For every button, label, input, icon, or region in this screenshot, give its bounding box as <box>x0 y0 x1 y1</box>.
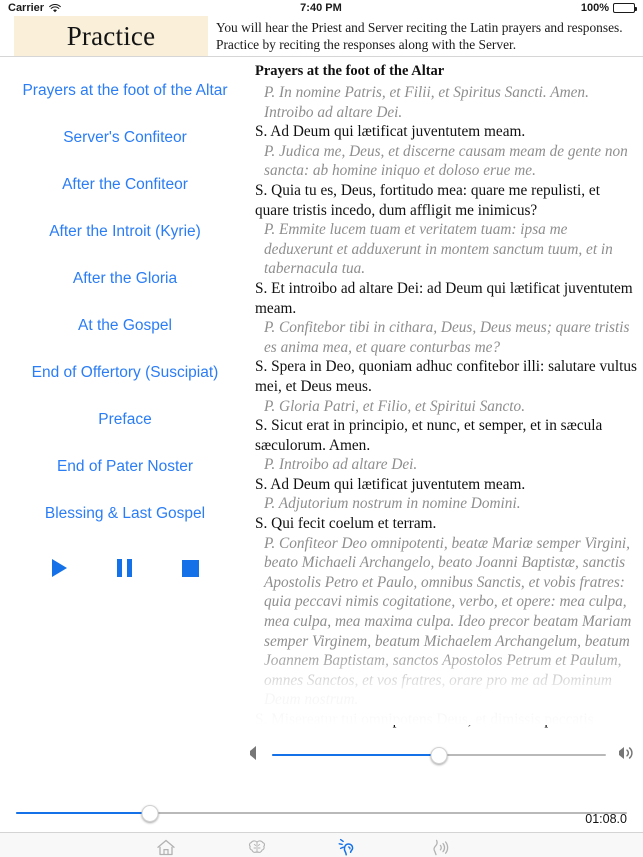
play-icon <box>51 559 67 577</box>
section-nav-sidebar: Prayers at the foot of the Altar Server'… <box>0 57 250 792</box>
tab-memorize[interactable]: MEMORIZE <box>211 833 302 857</box>
main-body: Prayers at the foot of the Altar Server'… <box>0 57 643 792</box>
stop-icon <box>181 559 199 577</box>
tab-test[interactable]: TEST <box>393 833 484 857</box>
prayer-line: S. Spera in Deo, quoniam adhuc confitebo… <box>255 358 637 395</box>
tab-practice[interactable]: PRACTICE <box>302 833 393 857</box>
sidebar-item-servers-confiteor[interactable]: Server's Confiteor <box>0 114 250 161</box>
prayer-line: P. Adjutorium nostrum in nomine Domini. <box>264 495 521 513</box>
sidebar-item-at-the-gospel[interactable]: At the Gospel <box>0 302 250 349</box>
page-title-box: Practice <box>14 16 208 56</box>
battery-full-icon <box>613 3 637 13</box>
prayer-line: S. Sicut erat in principio, et nunc, et … <box>255 417 603 454</box>
play-button[interactable] <box>51 559 67 577</box>
prayer-line: S. Ad Deum qui lætificat juventutem meam… <box>255 475 526 493</box>
page-description: You will hear the Priest and Server reci… <box>216 20 623 52</box>
prayer-line: S. Misereatur tui omnipotens Deus, et di… <box>255 711 594 728</box>
speak-icon <box>428 838 450 857</box>
sidebar-item-preface[interactable]: Preface <box>0 396 250 443</box>
brain-icon <box>247 838 267 857</box>
sidebar-item-after-the-gloria[interactable]: After the Gloria <box>0 255 250 302</box>
prayer-line: P. Confiteor Deo omnipotenti, beatæ Mari… <box>264 534 632 709</box>
prayer-line: P. Emmite lucem tuam et veritatem tuam: … <box>264 221 613 278</box>
playback-progress-thumb[interactable] <box>141 804 159 822</box>
prayer-line: P. Gloria Patri, et Filio, et Spiritui S… <box>264 397 526 415</box>
playback-progress-row: 01:08.0 <box>0 792 643 832</box>
prayer-line: P. Introibo ad altare Dei. <box>264 456 418 474</box>
prayer-line: P. Confitebor tibi in cithara, Deus, Deu… <box>264 319 630 356</box>
prayer-line: S. Ad Deum qui lætificat juventutem meam… <box>255 123 526 141</box>
speaker-low-icon[interactable] <box>245 744 263 767</box>
wifi-icon <box>49 3 61 14</box>
prayer-line: S. Quia tu es, Deus, fortitudo mea: quar… <box>255 181 600 219</box>
home-icon <box>156 838 176 857</box>
bottom-tab-bar: HOME MEMORIZE PRACTICE <box>0 832 643 857</box>
sidebar-item-after-the-confiteor[interactable]: After the Confiteor <box>0 161 250 208</box>
volume-slider-thumb[interactable] <box>430 746 448 764</box>
tab-home[interactable]: HOME <box>120 833 211 857</box>
sidebar-item-blessing-and-last-gospel[interactable]: Blessing & Last Gospel <box>0 490 250 537</box>
pause-icon <box>116 559 132 577</box>
sidebar-item-end-of-offertory[interactable]: End of Offertory (Suscipiat) <box>0 349 250 396</box>
prayer-line: S. Et introibo ad altare Dei: ad Deum qu… <box>255 279 633 317</box>
playback-progress-slider[interactable] <box>16 804 627 822</box>
pause-button[interactable] <box>116 559 132 577</box>
prayer-line: S. Qui fecit coelum et terram. <box>255 515 437 533</box>
volume-slider[interactable] <box>272 746 606 764</box>
transport-controls <box>0 537 250 591</box>
prayer-line: P. Judica me, Deus, et discerne causam m… <box>264 142 628 180</box>
status-bar-left: Carrier <box>8 2 61 14</box>
prayer-text-panel[interactable]: Prayers at the foot of the Altar P. In n… <box>250 57 643 792</box>
status-bar-clock: 7:40 PM <box>300 2 342 14</box>
playback-time-label: 01:08.0 <box>585 812 627 826</box>
status-bar: Carrier 7:40 PM 100% <box>0 0 643 16</box>
sidebar-item-after-the-introit[interactable]: After the Introit (Kyrie) <box>0 208 250 255</box>
volume-control <box>245 740 637 770</box>
sidebar-item-prayers-at-the-foot-of-the-altar[interactable]: Prayers at the foot of the Altar <box>0 67 250 114</box>
stop-button[interactable] <box>181 559 199 577</box>
battery-percent-label: 100% <box>580 2 609 14</box>
prayer-line: P. In nomine Patris, et Filii, et Spirit… <box>264 84 589 121</box>
carrier-label: Carrier <box>8 2 45 14</box>
page-title: Practice <box>66 20 156 51</box>
ear-listen-icon <box>337 838 359 857</box>
prayer-section-heading: Prayers at the foot of the Altar <box>255 63 445 79</box>
sidebar-item-end-of-pater-noster[interactable]: End of Pater Noster <box>0 443 250 490</box>
speaker-high-icon[interactable] <box>615 744 637 767</box>
page-header: Practice You will hear the Priest and Se… <box>0 16 643 57</box>
status-bar-right: 100% <box>580 2 637 14</box>
